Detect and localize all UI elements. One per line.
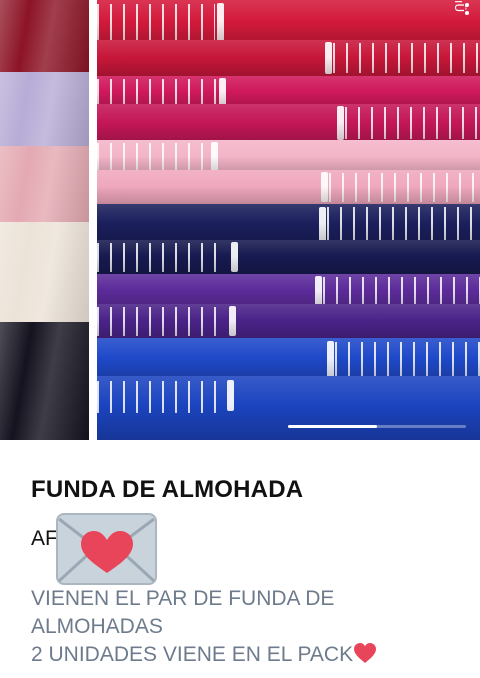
description-line-1: VIENEN EL PAR DE FUNDA DE [31, 587, 335, 610]
gallery-progress-fill [288, 425, 377, 428]
right-pillowcase-stack: ıÜ [97, 0, 480, 440]
product-code: AF [31, 527, 58, 557]
love-letter-icon [56, 513, 157, 585]
product-description: VIENEN EL PAR DE FUNDA DE ALMOHADAS 2 UN… [31, 585, 461, 669]
description-line-3: 2 UNIDADES VIENE EN EL PACK [31, 641, 461, 669]
overflow-menu-icon[interactable] [462, 2, 472, 16]
product-title: FUNDA DE ALMOHADA [31, 476, 304, 503]
red-heart-icon [354, 643, 377, 663]
photo-gap [89, 0, 97, 440]
description-line-3-text: 2 UNIDADES VIENE EN EL PACK [31, 643, 354, 666]
product-code-text: AF [31, 527, 58, 550]
product-photo[interactable]: ıÜ [0, 0, 480, 440]
left-pillowcase-stack [0, 0, 89, 440]
description-line-2: ALMOHADAS [31, 615, 163, 638]
gallery-progress-track [288, 425, 466, 428]
